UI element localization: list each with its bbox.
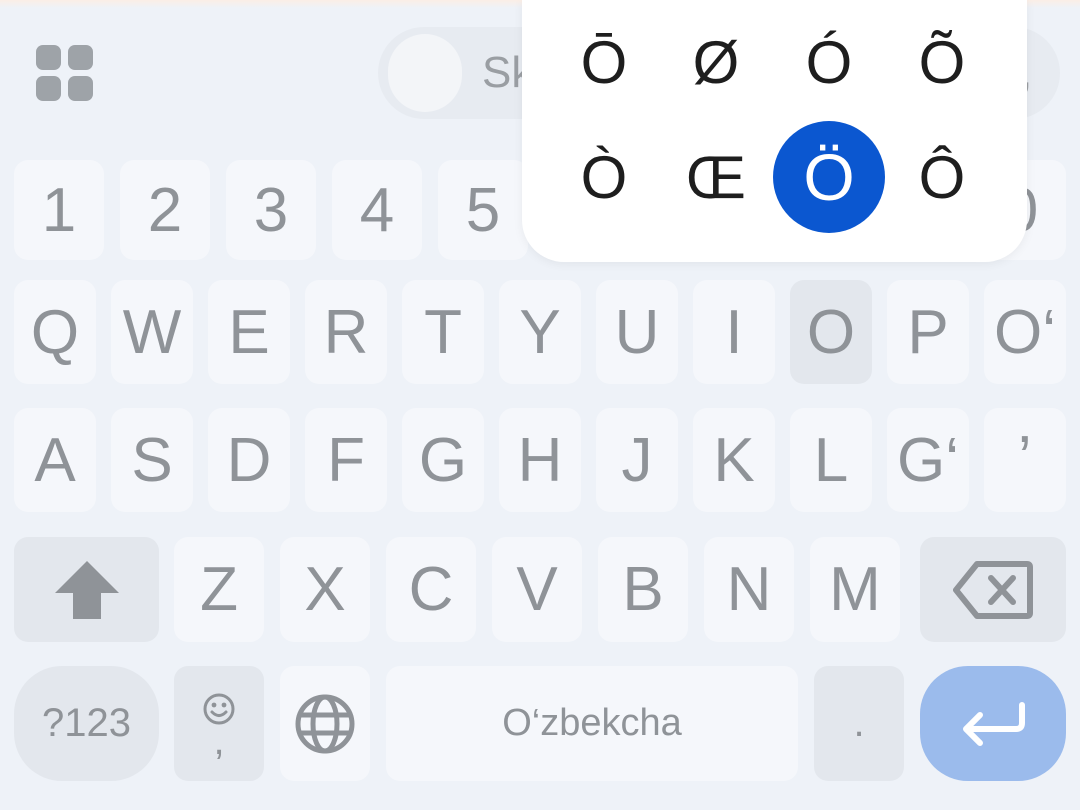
- key-o[interactable]: O: [790, 280, 872, 384]
- shift-arrow-icon: [54, 560, 119, 619]
- key-h[interactable]: H: [499, 408, 581, 512]
- key-1[interactable]: 1: [14, 160, 104, 260]
- key-u[interactable]: U: [596, 280, 678, 384]
- accent-option-o-acute[interactable]: Ó: [773, 6, 885, 118]
- shift-key[interactable]: [14, 537, 159, 642]
- globe-icon: [295, 694, 355, 753]
- accent-option-o-grave[interactable]: Ò: [548, 121, 660, 233]
- key-f[interactable]: F: [305, 408, 387, 512]
- accent-popup: Ō Ø Ó Õ Ò Œ Ö Ô: [522, 0, 1027, 262]
- key-o-turned-comma[interactable]: O‘: [984, 280, 1066, 384]
- key-t[interactable]: T: [402, 280, 484, 384]
- key-q[interactable]: Q: [14, 280, 96, 384]
- key-r[interactable]: R: [305, 280, 387, 384]
- key-i[interactable]: I: [693, 280, 775, 384]
- backspace-icon: [953, 560, 1033, 619]
- key-v[interactable]: V: [492, 537, 582, 642]
- accent-option-o-tilde[interactable]: Õ: [886, 6, 998, 118]
- enter-arrow-icon: [963, 701, 1025, 746]
- emoji-comma-key[interactable]: ,: [174, 666, 264, 781]
- key-b[interactable]: B: [598, 537, 688, 642]
- key-w[interactable]: W: [111, 280, 193, 384]
- accent-option-o-slash[interactable]: Ø: [660, 6, 772, 118]
- key-a[interactable]: A: [14, 408, 96, 512]
- key-g[interactable]: G: [402, 408, 484, 512]
- accent-option-o-macron[interactable]: Ō: [548, 6, 660, 118]
- accent-option-o-circumflex[interactable]: Ô: [886, 121, 998, 233]
- key-d[interactable]: D: [208, 408, 290, 512]
- key-m[interactable]: M: [810, 537, 900, 642]
- key-l[interactable]: L: [790, 408, 872, 512]
- accent-option-o-umlaut[interactable]: Ö: [773, 121, 885, 233]
- language-key[interactable]: [280, 666, 370, 781]
- enter-key[interactable]: [920, 666, 1066, 781]
- key-k[interactable]: K: [693, 408, 775, 512]
- key-j[interactable]: J: [596, 408, 678, 512]
- key-5[interactable]: 5: [438, 160, 528, 260]
- space-key[interactable]: O‘zbekcha: [386, 666, 798, 781]
- backspace-key[interactable]: [920, 537, 1066, 642]
- symbols-key[interactable]: ?123: [14, 666, 159, 781]
- key-3[interactable]: 3: [226, 160, 316, 260]
- period-key[interactable]: .: [814, 666, 904, 781]
- key-s[interactable]: S: [111, 408, 193, 512]
- key-z[interactable]: Z: [174, 537, 264, 642]
- key-x[interactable]: X: [280, 537, 370, 642]
- comma-label: ,: [213, 718, 225, 763]
- key-4[interactable]: 4: [332, 160, 422, 260]
- keyboard-screen: Sk , 1 2 3 4 5 0 Q W E R T Y U I O P O‘ …: [0, 0, 1080, 810]
- key-c[interactable]: C: [386, 537, 476, 642]
- key-p[interactable]: P: [887, 280, 969, 384]
- key-apostrophe[interactable]: ʼ: [984, 408, 1066, 512]
- key-g-turned-comma[interactable]: G‘: [887, 408, 969, 512]
- key-y[interactable]: Y: [499, 280, 581, 384]
- key-e[interactable]: E: [208, 280, 290, 384]
- key-2[interactable]: 2: [120, 160, 210, 260]
- grid-icon[interactable]: [36, 45, 94, 101]
- suggestion-thumbnail: [388, 34, 462, 112]
- key-n[interactable]: N: [704, 537, 794, 642]
- accent-option-oe[interactable]: Œ: [660, 121, 772, 233]
